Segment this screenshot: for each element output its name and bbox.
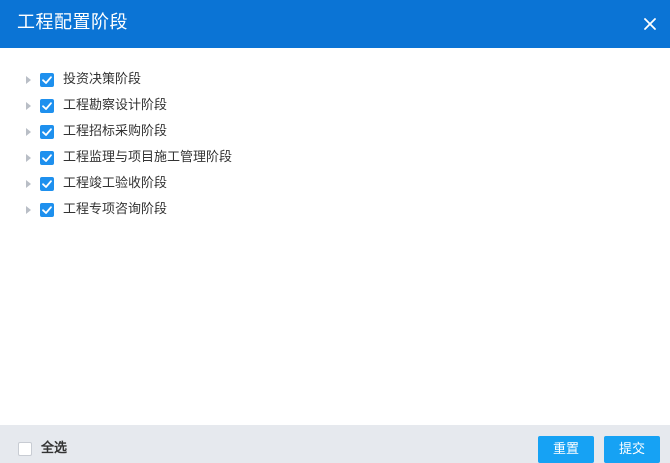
expand-arrow-icon[interactable] — [26, 154, 31, 162]
checkbox-checked-icon[interactable] — [40, 203, 54, 217]
checkbox-checked-icon[interactable] — [40, 125, 54, 139]
checkbox-checked-icon[interactable] — [40, 73, 54, 87]
tree-item-label: 工程监理与项目施工管理阶段 — [63, 150, 233, 165]
tree-item-supervision-construction[interactable]: 工程监理与项目施工管理阶段 — [0, 146, 670, 172]
tree-item-completion-acceptance[interactable]: 工程竣工验收阶段 — [0, 172, 670, 198]
tree-item-label: 工程竣工验收阶段 — [63, 176, 168, 191]
dialog-title: 工程配置阶段 — [17, 12, 128, 33]
config-stage-dialog: 工程配置阶段 投资决策阶段 工程勘察设计阶段 工程招标采购阶段 工程监理与项目施… — [0, 0, 670, 463]
tree-item-label: 工程勘察设计阶段 — [63, 98, 168, 113]
reset-button[interactable]: 重置 — [538, 436, 594, 463]
tree-item-investment-decision[interactable]: 投资决策阶段 — [0, 68, 670, 94]
expand-arrow-icon[interactable] — [26, 102, 31, 110]
expand-arrow-icon[interactable] — [26, 76, 31, 84]
checkbox-checked-icon[interactable] — [40, 99, 54, 113]
tree-item-survey-design[interactable]: 工程勘察设计阶段 — [0, 94, 670, 120]
expand-arrow-icon[interactable] — [26, 206, 31, 214]
tree-item-special-consulting[interactable]: 工程专项咨询阶段 — [0, 198, 670, 224]
checkbox-checked-icon[interactable] — [40, 177, 54, 191]
expand-arrow-icon[interactable] — [26, 128, 31, 136]
select-all-checkbox[interactable] — [18, 442, 32, 456]
tree-item-label: 工程专项咨询阶段 — [63, 202, 168, 217]
tree-item-bidding-procurement[interactable]: 工程招标采购阶段 — [0, 120, 670, 146]
checkbox-checked-icon[interactable] — [40, 151, 54, 165]
close-icon[interactable] — [640, 14, 660, 34]
dialog-footer: 全选 重置 提交 — [0, 425, 670, 463]
expand-arrow-icon[interactable] — [26, 180, 31, 188]
tree-item-label: 投资决策阶段 — [63, 72, 142, 87]
dialog-header: 工程配置阶段 — [0, 0, 670, 48]
stage-tree: 投资决策阶段 工程勘察设计阶段 工程招标采购阶段 工程监理与项目施工管理阶段 工… — [0, 68, 670, 224]
tree-item-label: 工程招标采购阶段 — [63, 124, 168, 139]
submit-button[interactable]: 提交 — [604, 436, 660, 463]
select-all-label[interactable]: 全选 — [41, 440, 67, 458]
